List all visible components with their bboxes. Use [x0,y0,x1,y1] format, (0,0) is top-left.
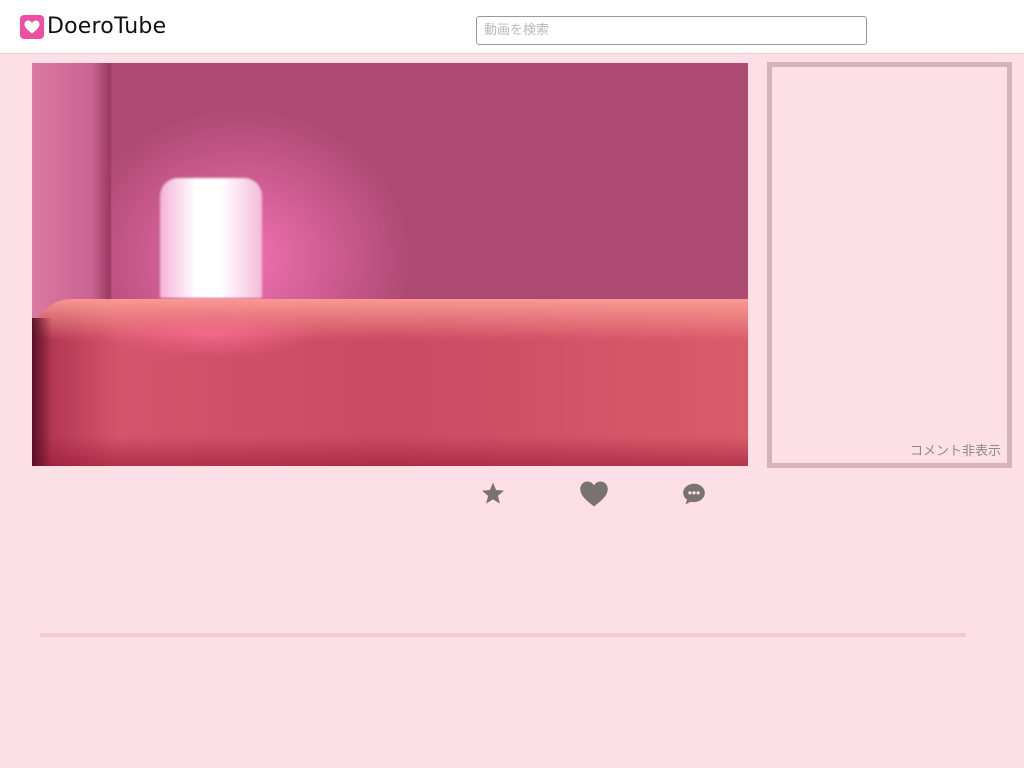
like-button[interactable] [578,478,610,510]
site-logo[interactable]: DoeroTube [20,13,166,41]
video-frame-highlight [102,308,322,358]
comment-panel: コメント非表示 [767,62,1012,468]
section-divider [40,633,966,637]
header: DoeroTube [0,0,1024,54]
heart-logo-icon [20,15,44,39]
video-player[interactable] [32,63,748,466]
video-frame-shadow [32,318,52,466]
star-icon [481,482,505,504]
site-title: DoeroTube [47,14,167,39]
hide-comments-toggle[interactable]: コメント非表示 [910,440,1001,459]
favorite-button[interactable] [477,478,509,510]
comment-button[interactable] [678,478,710,510]
search-input[interactable] [476,16,867,45]
bubble-icon [683,483,705,505]
video-frame-lamp [160,178,262,298]
heart-icon [580,481,608,507]
search-bar [476,16,867,45]
